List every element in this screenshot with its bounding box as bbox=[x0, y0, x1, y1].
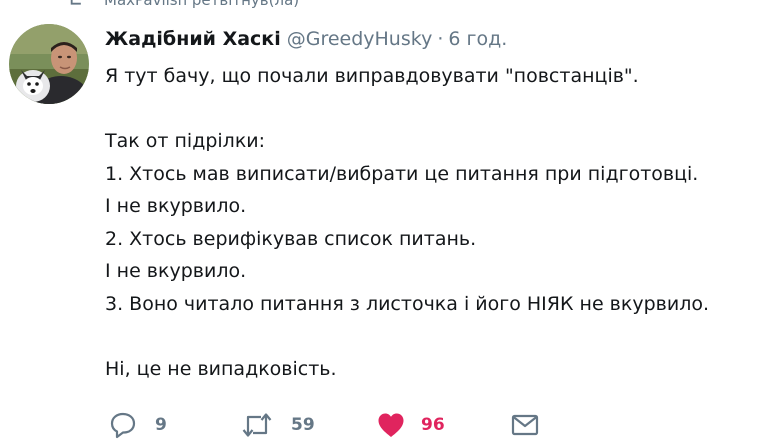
author-handle[interactable]: @GreedyHusky bbox=[287, 26, 433, 52]
reply-icon bbox=[110, 412, 136, 439]
reply-count: 9 bbox=[155, 415, 167, 435]
retweet-button[interactable]: 59 bbox=[241, 410, 315, 440]
retweet-icon bbox=[70, 0, 81, 5]
author-name[interactable]: Жадібний Хаскі bbox=[105, 26, 281, 52]
tweet-line: Так от підрілки: bbox=[105, 130, 266, 152]
tweet-line: І не вкурвило. bbox=[105, 195, 247, 217]
tweet-line: Ні, це не випадковість. bbox=[105, 357, 337, 380]
retweet-context: MaxPavlish ретвітнув(ла) bbox=[68, 0, 299, 9]
like-button[interactable]: 96 bbox=[377, 410, 445, 440]
heart-icon bbox=[378, 413, 404, 437]
envelope-icon bbox=[511, 414, 539, 436]
direct-message-button[interactable] bbox=[511, 410, 539, 440]
timestamp[interactable]: 6 год. bbox=[448, 26, 507, 52]
tweet-text: Я тут бачу, що почали виправдовувати "по… bbox=[105, 60, 775, 385]
tweet-line bbox=[105, 93, 775, 126]
retweeted-by-text[interactable]: MaxPavlish ретвітнув(ла) bbox=[104, 0, 299, 9]
tweet-line: Я тут бачу, що почали виправдовувати "по… bbox=[105, 65, 639, 87]
reply-button[interactable]: 9 bbox=[109, 410, 167, 440]
tweet-line: 3. Воно читало питання з листочка і його… bbox=[105, 292, 710, 315]
retweet-count: 59 bbox=[291, 415, 315, 435]
avatar[interactable] bbox=[9, 24, 89, 104]
like-count: 96 bbox=[421, 415, 445, 435]
tweet-line bbox=[105, 320, 775, 353]
tweet-actions: 9 59 96 bbox=[109, 410, 769, 440]
tweet-line: 2. Хтось верифікував список питань. bbox=[105, 227, 477, 250]
tweet-header: Жадібний Хаскі @GreedyHusky · 6 год. bbox=[105, 26, 507, 52]
tweet-line: 1. Хтось мав виписати/вибрати це питання… bbox=[105, 162, 699, 185]
tweet-line: І не вкурвило. bbox=[105, 260, 247, 282]
avatar-photo bbox=[9, 24, 89, 104]
separator: · bbox=[437, 28, 444, 50]
retweet-icon bbox=[242, 413, 272, 437]
